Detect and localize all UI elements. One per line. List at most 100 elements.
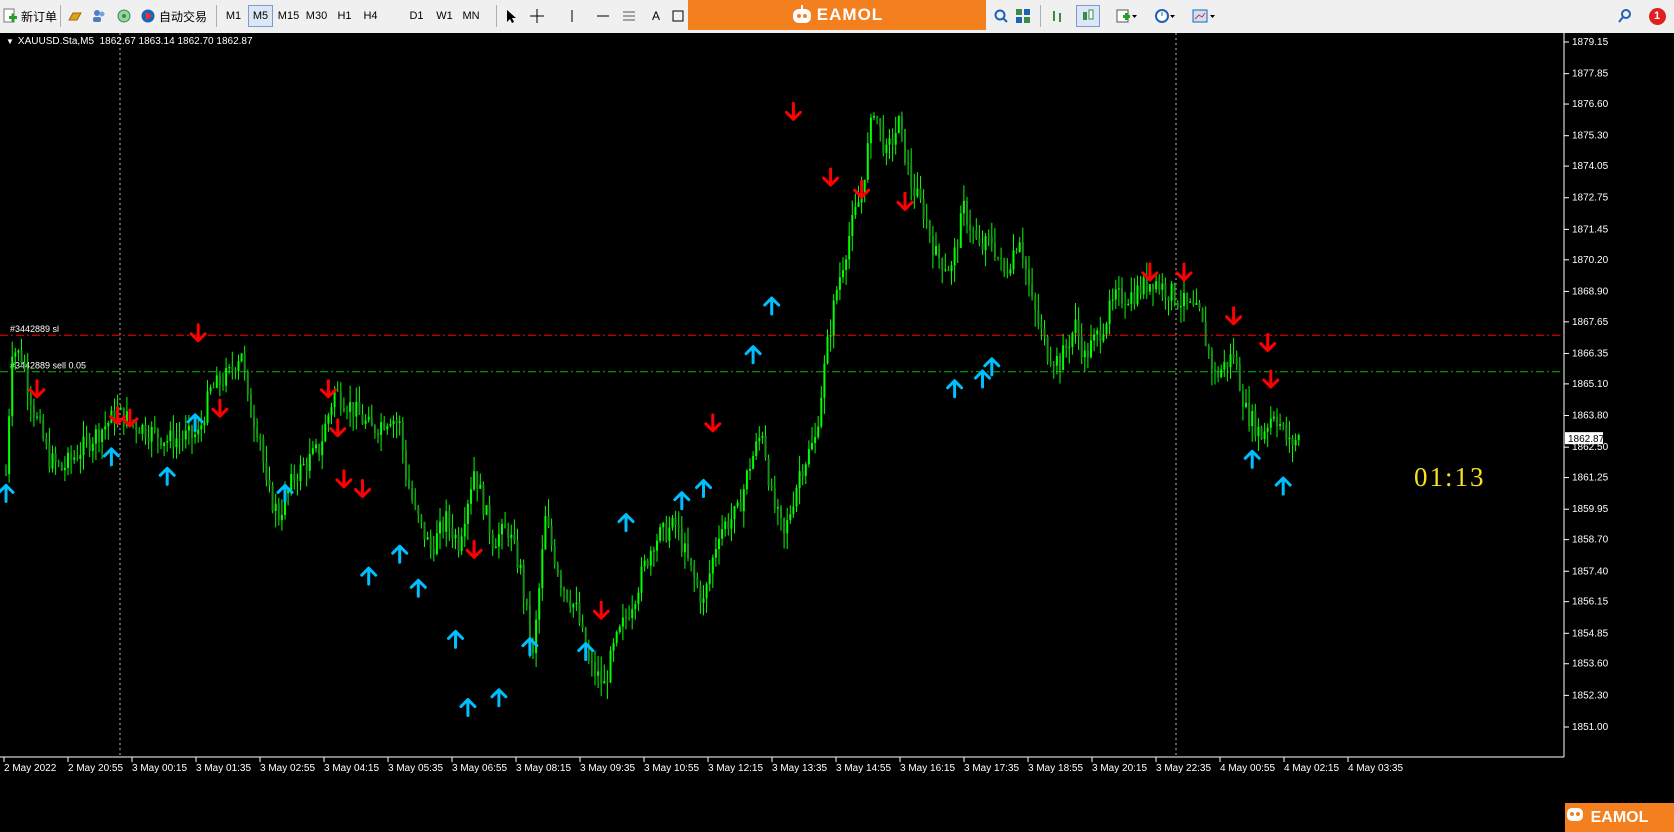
text-tool-label: A [651,9,660,23]
candle-body [594,661,596,676]
notifications-button[interactable]: 1 [1644,5,1670,27]
candle-body [566,590,569,600]
tile-windows-button[interactable] [1012,5,1034,27]
candle-body [166,441,169,443]
periodicity-button[interactable] [1150,5,1180,27]
search-button[interactable] [1614,5,1636,27]
candle-body [1071,333,1074,347]
candle-body [346,410,348,412]
candle-body [1065,345,1068,348]
price-tick-label: 1857.40 [1572,566,1609,577]
candle-body [1170,283,1173,301]
time-tick-label: 3 May 14:55 [836,763,891,774]
candle-body [693,565,696,578]
signals-button[interactable] [113,5,135,27]
candle-body [1049,361,1052,365]
candle-body [913,187,916,197]
candle-body [987,236,990,238]
candle-body [513,534,516,541]
candle-body [386,425,389,430]
timeframe-m15[interactable]: M15 [275,5,302,27]
candle-body [457,534,460,552]
vertical-line-tool-button[interactable] [562,5,582,27]
indicators-button[interactable] [1112,5,1142,27]
candle-body [854,206,857,215]
timeframe-m30[interactable]: M30 [303,5,330,27]
robot-logo-icon [1567,808,1583,821]
timeframe-m1[interactable]: M1 [221,5,246,27]
candle-body [302,463,305,465]
new-order-button[interactable]: 新订单 [2,4,57,28]
collapse-triangle-icon[interactable]: ▼ [6,37,14,46]
candle-body [1083,350,1086,358]
candle-body [1260,426,1263,440]
candle-body [885,144,888,153]
crosshair-tool-button[interactable] [526,5,548,27]
candle-body [318,444,321,456]
buy-signal-arrow [673,491,691,511]
new-order-icon [3,8,17,23]
indicators-icon [1116,9,1137,23]
candle-body [984,236,987,251]
auto-trading-button[interactable]: 自动交易 [140,4,207,28]
candle-body [442,521,445,532]
candle-body [1201,308,1204,322]
candle-body [680,528,683,553]
candle-body [256,427,259,438]
buy-signal-arrow [459,698,477,718]
time-tick-label: 3 May 12:15 [708,763,763,774]
candle-body [1043,328,1046,337]
globe-icon [117,9,131,23]
tile-icon [1016,9,1030,23]
candle-body [1021,242,1024,260]
timeframe-m5[interactable]: M5 [248,5,273,27]
timeframe-w1[interactable]: W1 [432,5,457,27]
candle-body [538,588,541,620]
candle-body [466,503,469,524]
market-watch-button[interactable] [64,5,86,27]
candle-body [1235,357,1238,365]
candle-body [690,558,693,566]
candle-body [1223,361,1226,370]
timeframe-mn[interactable]: MN [458,5,484,27]
timeframe-d1[interactable]: D1 [404,5,429,27]
candle-body [848,235,851,260]
candle-body [82,436,85,456]
candle-body [835,289,838,301]
buy-signal-arrow [974,369,991,389]
timeframe-h4[interactable]: H4 [358,5,383,27]
candle-body [581,623,584,628]
price-chart[interactable]: 1879.15 1877.85 1876.60 1875.30 1874.05 1872.… [0,33,1674,832]
candle-body [733,506,736,520]
sell-signal-arrow [853,179,871,199]
candle-body [479,484,482,489]
channel-tool-button[interactable] [618,5,640,27]
candlestick-button[interactable] [1076,5,1100,27]
horizontal-line-tool-button[interactable] [592,5,614,27]
candle-body [711,557,714,574]
zoom-icon [994,9,1008,23]
templates-button[interactable] [1188,5,1220,27]
label-tool-button[interactable] [670,5,686,27]
candle-body [609,650,612,683]
candle-body [1037,310,1040,324]
cursor-tool-button[interactable] [500,5,522,27]
candle-body [807,449,810,465]
candle-body [311,448,314,455]
candle-body [981,244,984,251]
zoom-button[interactable] [990,5,1012,27]
candle-body [401,421,404,451]
bar-chart-button[interactable] [1046,5,1068,27]
symbol-header: ▼ XAUUSD.Sta,M5 1862.67 1863.14 1862.70 1… [6,36,253,47]
candle-body [476,471,479,489]
navigator-button[interactable] [88,5,110,27]
candle-body [70,452,73,460]
text-tool-button[interactable]: A [646,5,666,27]
candle-body [259,437,262,439]
candle-body [615,631,618,643]
time-tick-label: 3 May 17:35 [964,763,1019,774]
candle-body [966,200,968,225]
candle-body [504,523,507,529]
timeframe-h1[interactable]: H1 [332,5,357,27]
time-tick-label: 3 May 22:35 [1156,763,1211,774]
